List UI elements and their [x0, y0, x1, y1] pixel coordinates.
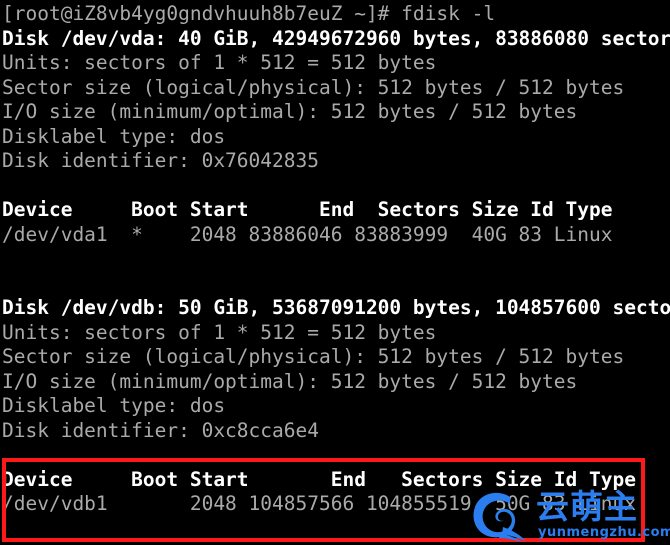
vdb-disklabel-type: Disklabel type: dos — [2, 394, 226, 417]
vda-sector-size: Sector size (logical/physical): 512 byte… — [2, 75, 625, 99]
vdb-sector-size: Sector size (logical/physical): 512 byte… — [2, 345, 625, 368]
vda-partition-table-header: Device Boot Start End Sectors Size Id Ty… — [2, 198, 613, 221]
vdb-disk-identifier: Disk identifier: 0xc8cca6e4 — [2, 418, 319, 442]
vda-units: Units: sectors of 1 * 512 = 512 bytes — [2, 51, 437, 74]
vdb1-partition-row: /dev/vdb1 2048 104857566 104855519 50G 8… — [2, 492, 636, 515]
vda-io-size: I/O size (minimum/optimal): 512 bytes / … — [2, 100, 578, 123]
vdb-partition-table-header: Device Boot Start End Sectors Size Id Ty… — [2, 467, 636, 491]
disk-vda-summary: Disk /dev/vda: 40 GiB, 42949672960 bytes… — [2, 26, 670, 50]
vdb-units: Units: sectors of 1 * 512 = 512 bytes — [2, 320, 437, 344]
vda-disklabel-type: Disklabel type: dos — [2, 124, 226, 148]
vda-disk-identifier: Disk identifier: 0x76042835 — [2, 149, 319, 172]
vda1-partition-row: /dev/vda1 * 2048 83886046 83883999 40G 8… — [2, 222, 613, 246]
prompt-line: [root@iZ8vb4yg0gndvhuuh8b7euZ ~]# fdisk … — [2, 2, 496, 25]
terminal-window[interactable]: [root@iZ8vb4yg0gndvhuuh8b7euZ ~]# fdisk … — [0, 0, 670, 545]
terminal-output: [root@iZ8vb4yg0gndvhuuh8b7euZ ~]# fdisk … — [0, 0, 670, 545]
disk-vdb-summary: Disk /dev/vdb: 50 GiB, 53687091200 bytes… — [2, 296, 670, 319]
vdb-io-size: I/O size (minimum/optimal): 512 bytes / … — [2, 369, 578, 393]
